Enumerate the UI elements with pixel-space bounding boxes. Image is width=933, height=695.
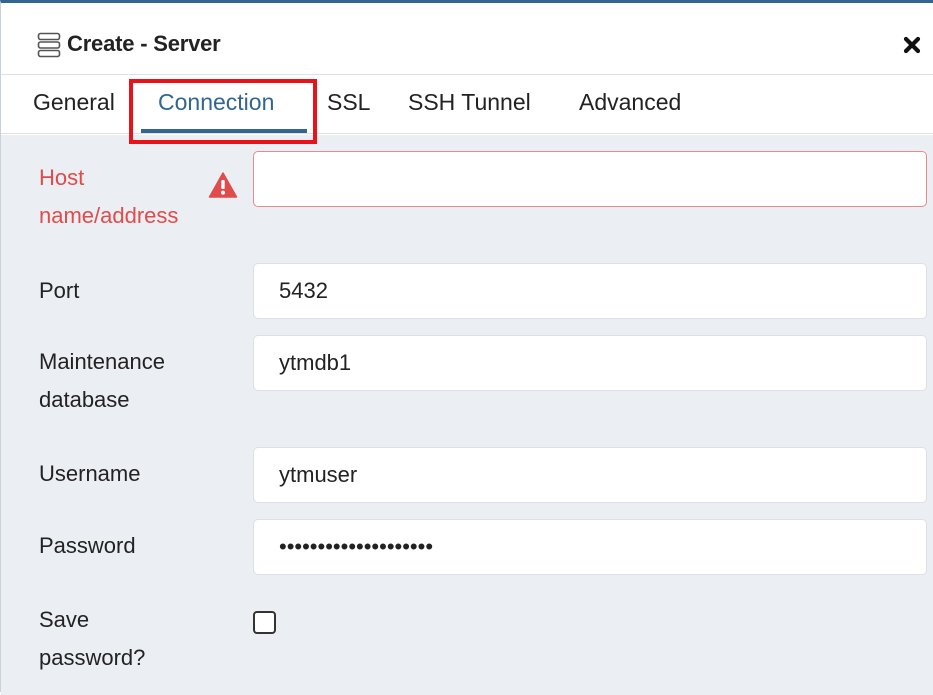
tab-general[interactable]: General xyxy=(33,89,115,119)
username-input[interactable] xyxy=(253,447,927,503)
port-input[interactable] xyxy=(253,263,927,319)
host-input[interactable] xyxy=(253,151,927,207)
password-input[interactable] xyxy=(253,519,927,575)
host-label-line2: name/address xyxy=(39,203,179,228)
close-icon[interactable] xyxy=(897,30,927,60)
maintenance-db-label-line2: database xyxy=(39,387,130,412)
port-label: Port xyxy=(39,278,80,303)
username-label: Username xyxy=(39,461,141,486)
close-button[interactable] xyxy=(897,30,927,60)
save-password-checkbox[interactable] xyxy=(253,611,276,634)
maintenance-db-label-line1: Maintenance xyxy=(39,349,165,374)
tab-ssl[interactable]: SSL xyxy=(327,89,370,119)
save-password-label-line2: password? xyxy=(39,645,146,670)
maintenance-db-input[interactable] xyxy=(253,335,927,391)
host-label-line1: Host xyxy=(39,165,85,190)
create-server-dialog: Create - Server General Connection SSL S… xyxy=(0,0,933,695)
active-tab-indicator xyxy=(141,129,307,133)
tab-connection[interactable]: Connection xyxy=(158,89,274,119)
dialog-titlebar: Create - Server xyxy=(1,3,933,75)
tab-bar: General Connection SSL SSH Tunnel Advanc… xyxy=(1,75,933,134)
dialog-title: Create - Server xyxy=(67,31,221,56)
password-label: Password xyxy=(39,533,136,558)
tab-advanced[interactable]: Advanced xyxy=(579,89,681,119)
server-icon xyxy=(37,32,61,58)
warning-icon xyxy=(208,171,238,199)
tab-ssh-tunnel[interactable]: SSH Tunnel xyxy=(408,89,531,119)
save-password-label-line1: Save xyxy=(39,607,90,632)
